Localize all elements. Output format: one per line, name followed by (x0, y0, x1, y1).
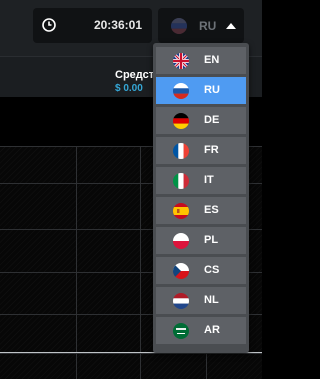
funds-label: Средст (115, 69, 155, 81)
uk-flag-icon (173, 53, 189, 69)
language-code: PL (204, 234, 219, 246)
language-option-ru[interactable]: RU (156, 77, 246, 104)
language-option-es[interactable]: ES (156, 197, 246, 224)
language-option-it[interactable]: IT (156, 167, 246, 194)
language-code: EN (204, 54, 220, 66)
italy-flag-icon (173, 173, 189, 189)
clock-icon (42, 18, 56, 32)
language-option-pl[interactable]: PL (156, 227, 246, 254)
saudi-flag-icon (173, 323, 189, 339)
funds-value: $ 0.00 (115, 83, 143, 94)
language-option-nl[interactable]: NL (156, 287, 246, 314)
czech-flag-icon (173, 263, 189, 279)
language-code: IT (204, 174, 214, 186)
poland-flag-icon (173, 233, 189, 249)
language-option-de[interactable]: DE (156, 107, 246, 134)
language-code: RU (204, 84, 220, 96)
language-code: NL (204, 294, 219, 306)
language-option-fr[interactable]: FR (156, 137, 246, 164)
language-dropdown: EN RU DE FR IT ES PL CS NL AR (153, 43, 249, 353)
language-selector[interactable]: RU (158, 8, 244, 43)
russia-flag-icon (171, 18, 187, 34)
server-clock: 20:36:01 (33, 8, 152, 43)
language-option-en[interactable]: EN (156, 47, 246, 74)
spain-flag-icon (173, 203, 189, 219)
netherlands-flag-icon (173, 293, 189, 309)
language-code: FR (204, 144, 219, 156)
france-flag-icon (173, 143, 189, 159)
russia-flag-icon (173, 83, 189, 99)
germany-flag-icon (173, 113, 189, 129)
language-code: ES (204, 204, 219, 216)
clock-time: 20:36:01 (93, 18, 142, 32)
language-code: AR (204, 324, 220, 336)
language-code: DE (204, 114, 220, 126)
language-option-ar[interactable]: AR (156, 317, 246, 344)
current-language: RU (199, 19, 217, 33)
caret-up-icon (226, 23, 236, 29)
language-option-cs[interactable]: CS (156, 257, 246, 284)
language-code: CS (204, 264, 220, 276)
